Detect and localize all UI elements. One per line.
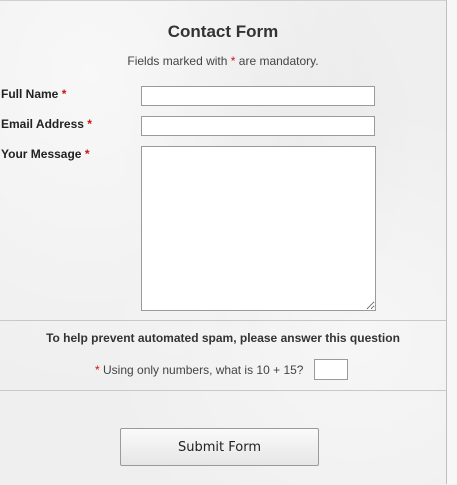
mandatory-note: Fields marked with * are mandatory.	[0, 54, 446, 68]
full-name-label: Full Name *	[1, 87, 66, 101]
spam-answer-input[interactable]	[314, 359, 348, 380]
email-input[interactable]	[141, 116, 375, 136]
divider-top	[0, 320, 446, 321]
full-name-input[interactable]	[141, 86, 375, 106]
message-label-text: Your Message	[1, 147, 82, 161]
required-asterisk: *	[87, 117, 92, 131]
message-textarea[interactable]	[141, 146, 376, 311]
divider-bottom	[0, 390, 446, 391]
contact-form: Contact Form Fields marked with * are ma…	[0, 0, 446, 485]
form-right-border	[446, 0, 447, 484]
message-label: Your Message *	[1, 147, 90, 161]
spam-heading: To help prevent automated spam, please a…	[46, 331, 400, 345]
spam-question-text: Using only numbers, what is 10 + 15?	[103, 363, 304, 377]
mandatory-note-prefix: Fields marked with	[127, 54, 231, 68]
required-asterisk: *	[95, 363, 100, 377]
form-title: Contact Form	[167, 22, 279, 41]
email-label: Email Address *	[1, 117, 92, 131]
page-margin	[447, 0, 457, 484]
mandatory-note-suffix: are mandatory.	[235, 54, 319, 68]
submit-button[interactable]: Submit Form	[120, 428, 319, 466]
spam-question: * Using only numbers, what is 10 + 15?	[95, 363, 303, 377]
required-asterisk: *	[84, 147, 90, 161]
required-asterisk: *	[61, 87, 67, 101]
email-label-text: Email Address	[1, 117, 84, 131]
full-name-label-text: Full Name	[1, 87, 59, 101]
